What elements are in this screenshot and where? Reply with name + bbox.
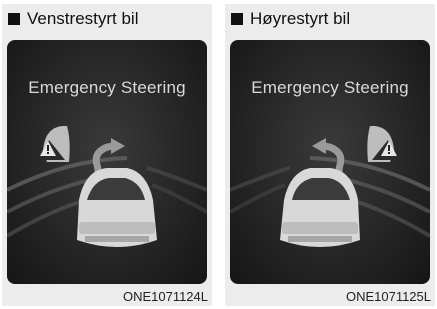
arrow-head-icon bbox=[111, 138, 125, 154]
square-bullet-icon bbox=[231, 13, 243, 25]
figure-left-hand-drive: Venstrestyrt bil Emergency Steering ONE1… bbox=[2, 4, 212, 306]
own-vehicle-icon bbox=[280, 168, 360, 247]
emergency-steering-illustration bbox=[230, 126, 430, 247]
arrow-head-icon bbox=[312, 138, 326, 154]
emergency-steering-illustration bbox=[7, 126, 207, 247]
lane-line-icon bbox=[151, 183, 207, 214]
cluster-display: Emergency Steering bbox=[7, 40, 207, 284]
figure-code: ONE1071124L bbox=[122, 289, 208, 304]
figure-heading: Venstrestyrt bil bbox=[8, 8, 139, 30]
figure-heading-text: Høyrestyrt bil bbox=[250, 9, 351, 28]
figure-heading: Høyrestyrt bil bbox=[231, 8, 350, 30]
figure-heading-text: Venstrestyrt bil bbox=[27, 9, 139, 28]
figure-right-hand-drive: Høyrestyrt bil Emergency Steering ONE107… bbox=[225, 4, 435, 306]
own-vehicle-icon bbox=[77, 168, 157, 247]
lane-line-icon bbox=[230, 183, 286, 214]
cluster-display: Emergency Steering bbox=[230, 40, 430, 284]
figure-code: ONE1071125L bbox=[345, 289, 431, 304]
square-bullet-icon bbox=[8, 13, 20, 25]
